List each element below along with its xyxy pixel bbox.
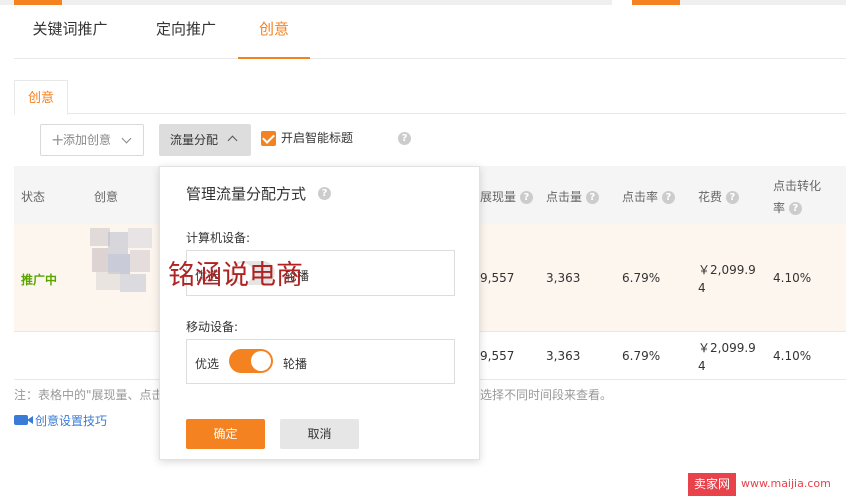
cost-cell: ￥2,099.9 bbox=[698, 341, 756, 355]
creative-tips-label: 创意设置技巧 bbox=[35, 414, 108, 428]
add-creative-label: 添加创意 bbox=[63, 133, 112, 147]
help-icon[interactable]: ? bbox=[398, 132, 411, 145]
traffic-allocation-label: 流量分配 bbox=[170, 133, 219, 147]
top-strip-right bbox=[632, 0, 846, 5]
popup-title: 管理流量分配方式 bbox=[186, 185, 307, 203]
top-strip-left bbox=[0, 0, 612, 5]
tab-targeted-promotion[interactable]: 定向推广 bbox=[142, 8, 230, 59]
help-icon[interactable]: ? bbox=[725, 191, 739, 204]
header-cvr-line2: 率 ? bbox=[773, 199, 802, 216]
header-creative: 创意 bbox=[94, 190, 119, 204]
confirm-button[interactable]: 确定 bbox=[186, 419, 265, 449]
help-icon[interactable]: ? bbox=[519, 191, 533, 204]
header-clicks: 点击量 ? bbox=[546, 188, 599, 205]
impressions-cell: 9,557 bbox=[480, 349, 515, 363]
mobile-device-label: 移动设备: bbox=[186, 320, 239, 334]
site-watermark: 卖家网 www.maijia.com bbox=[688, 473, 846, 496]
traffic-allocation-popup: 管理流量分配方式 ? 计算机设备: 优选 轮播 移动设备: 优选 轮播 确定 取… bbox=[159, 166, 480, 460]
add-creative-button[interactable]: + 添加创意 bbox=[40, 124, 144, 156]
ctr-cell: 6.79% bbox=[622, 349, 661, 363]
tab-creative[interactable]: 创意 bbox=[238, 8, 310, 59]
cost-cell-line2: 4 bbox=[698, 359, 706, 373]
site-badge: 卖家网 bbox=[688, 473, 736, 496]
blurred-creative-thumbnail bbox=[90, 228, 160, 294]
chevron-down-icon bbox=[121, 133, 132, 144]
mobile-option-rotate: 轮播 bbox=[283, 357, 308, 371]
cvr-cell: 4.10% bbox=[773, 271, 812, 285]
smart-title-label: 开启智能标题 bbox=[281, 131, 354, 145]
main-tabs: 关键词推广 定向推广 创意 bbox=[14, 8, 846, 59]
mobile-option-preferred: 优选 bbox=[195, 357, 220, 371]
table-note-continued: 选择不同时间段来查看。 bbox=[480, 388, 613, 402]
header-ctr: 点击率 ? bbox=[622, 188, 675, 205]
traffic-allocation-button[interactable]: 流量分配 bbox=[159, 124, 251, 156]
cancel-button[interactable]: 取消 bbox=[280, 419, 359, 449]
help-icon[interactable]: ? bbox=[788, 202, 802, 215]
header-cvr: 点击转化 bbox=[773, 179, 822, 193]
video-camera-icon bbox=[14, 415, 33, 425]
tab-keyword-promotion[interactable]: 关键词推广 bbox=[22, 8, 118, 59]
impressions-cell: 9,557 bbox=[480, 271, 515, 285]
clicks-cell: 3,363 bbox=[546, 349, 581, 363]
top-strip-accent bbox=[632, 0, 680, 5]
top-strip-accent bbox=[14, 0, 62, 5]
chevron-up-icon bbox=[227, 135, 238, 146]
status-cell: 推广中 bbox=[21, 273, 58, 287]
header-impressions: 展现量 ? bbox=[480, 188, 533, 205]
mobile-allocation-toggle[interactable] bbox=[229, 349, 273, 373]
table-note: 注：表格中的"展现量、点击 bbox=[14, 388, 164, 402]
sub-tabs: 创意 bbox=[14, 80, 846, 115]
ctr-cell: 6.79% bbox=[622, 271, 661, 285]
header-status: 状态 bbox=[21, 190, 46, 204]
cost-cell-line2: 4 bbox=[698, 281, 706, 295]
site-url: www.maijia.com bbox=[741, 477, 831, 490]
clicks-cell: 3,363 bbox=[546, 271, 581, 285]
cost-cell: ￥2,099.9 bbox=[698, 263, 756, 277]
help-icon[interactable]: ? bbox=[661, 191, 675, 204]
mobile-device-option: 优选 轮播 bbox=[186, 339, 455, 384]
header-cost: 花费 ? bbox=[698, 188, 739, 205]
help-icon[interactable]: ? bbox=[585, 191, 599, 204]
help-icon[interactable]: ? bbox=[318, 187, 331, 200]
watermark-text: 铭涵说电商 bbox=[168, 260, 303, 291]
pc-device-label: 计算机设备: bbox=[186, 231, 251, 245]
sub-tab-creative[interactable]: 创意 bbox=[14, 80, 68, 115]
cvr-cell: 4.10% bbox=[773, 349, 812, 363]
smart-title-checkbox[interactable] bbox=[261, 131, 276, 146]
